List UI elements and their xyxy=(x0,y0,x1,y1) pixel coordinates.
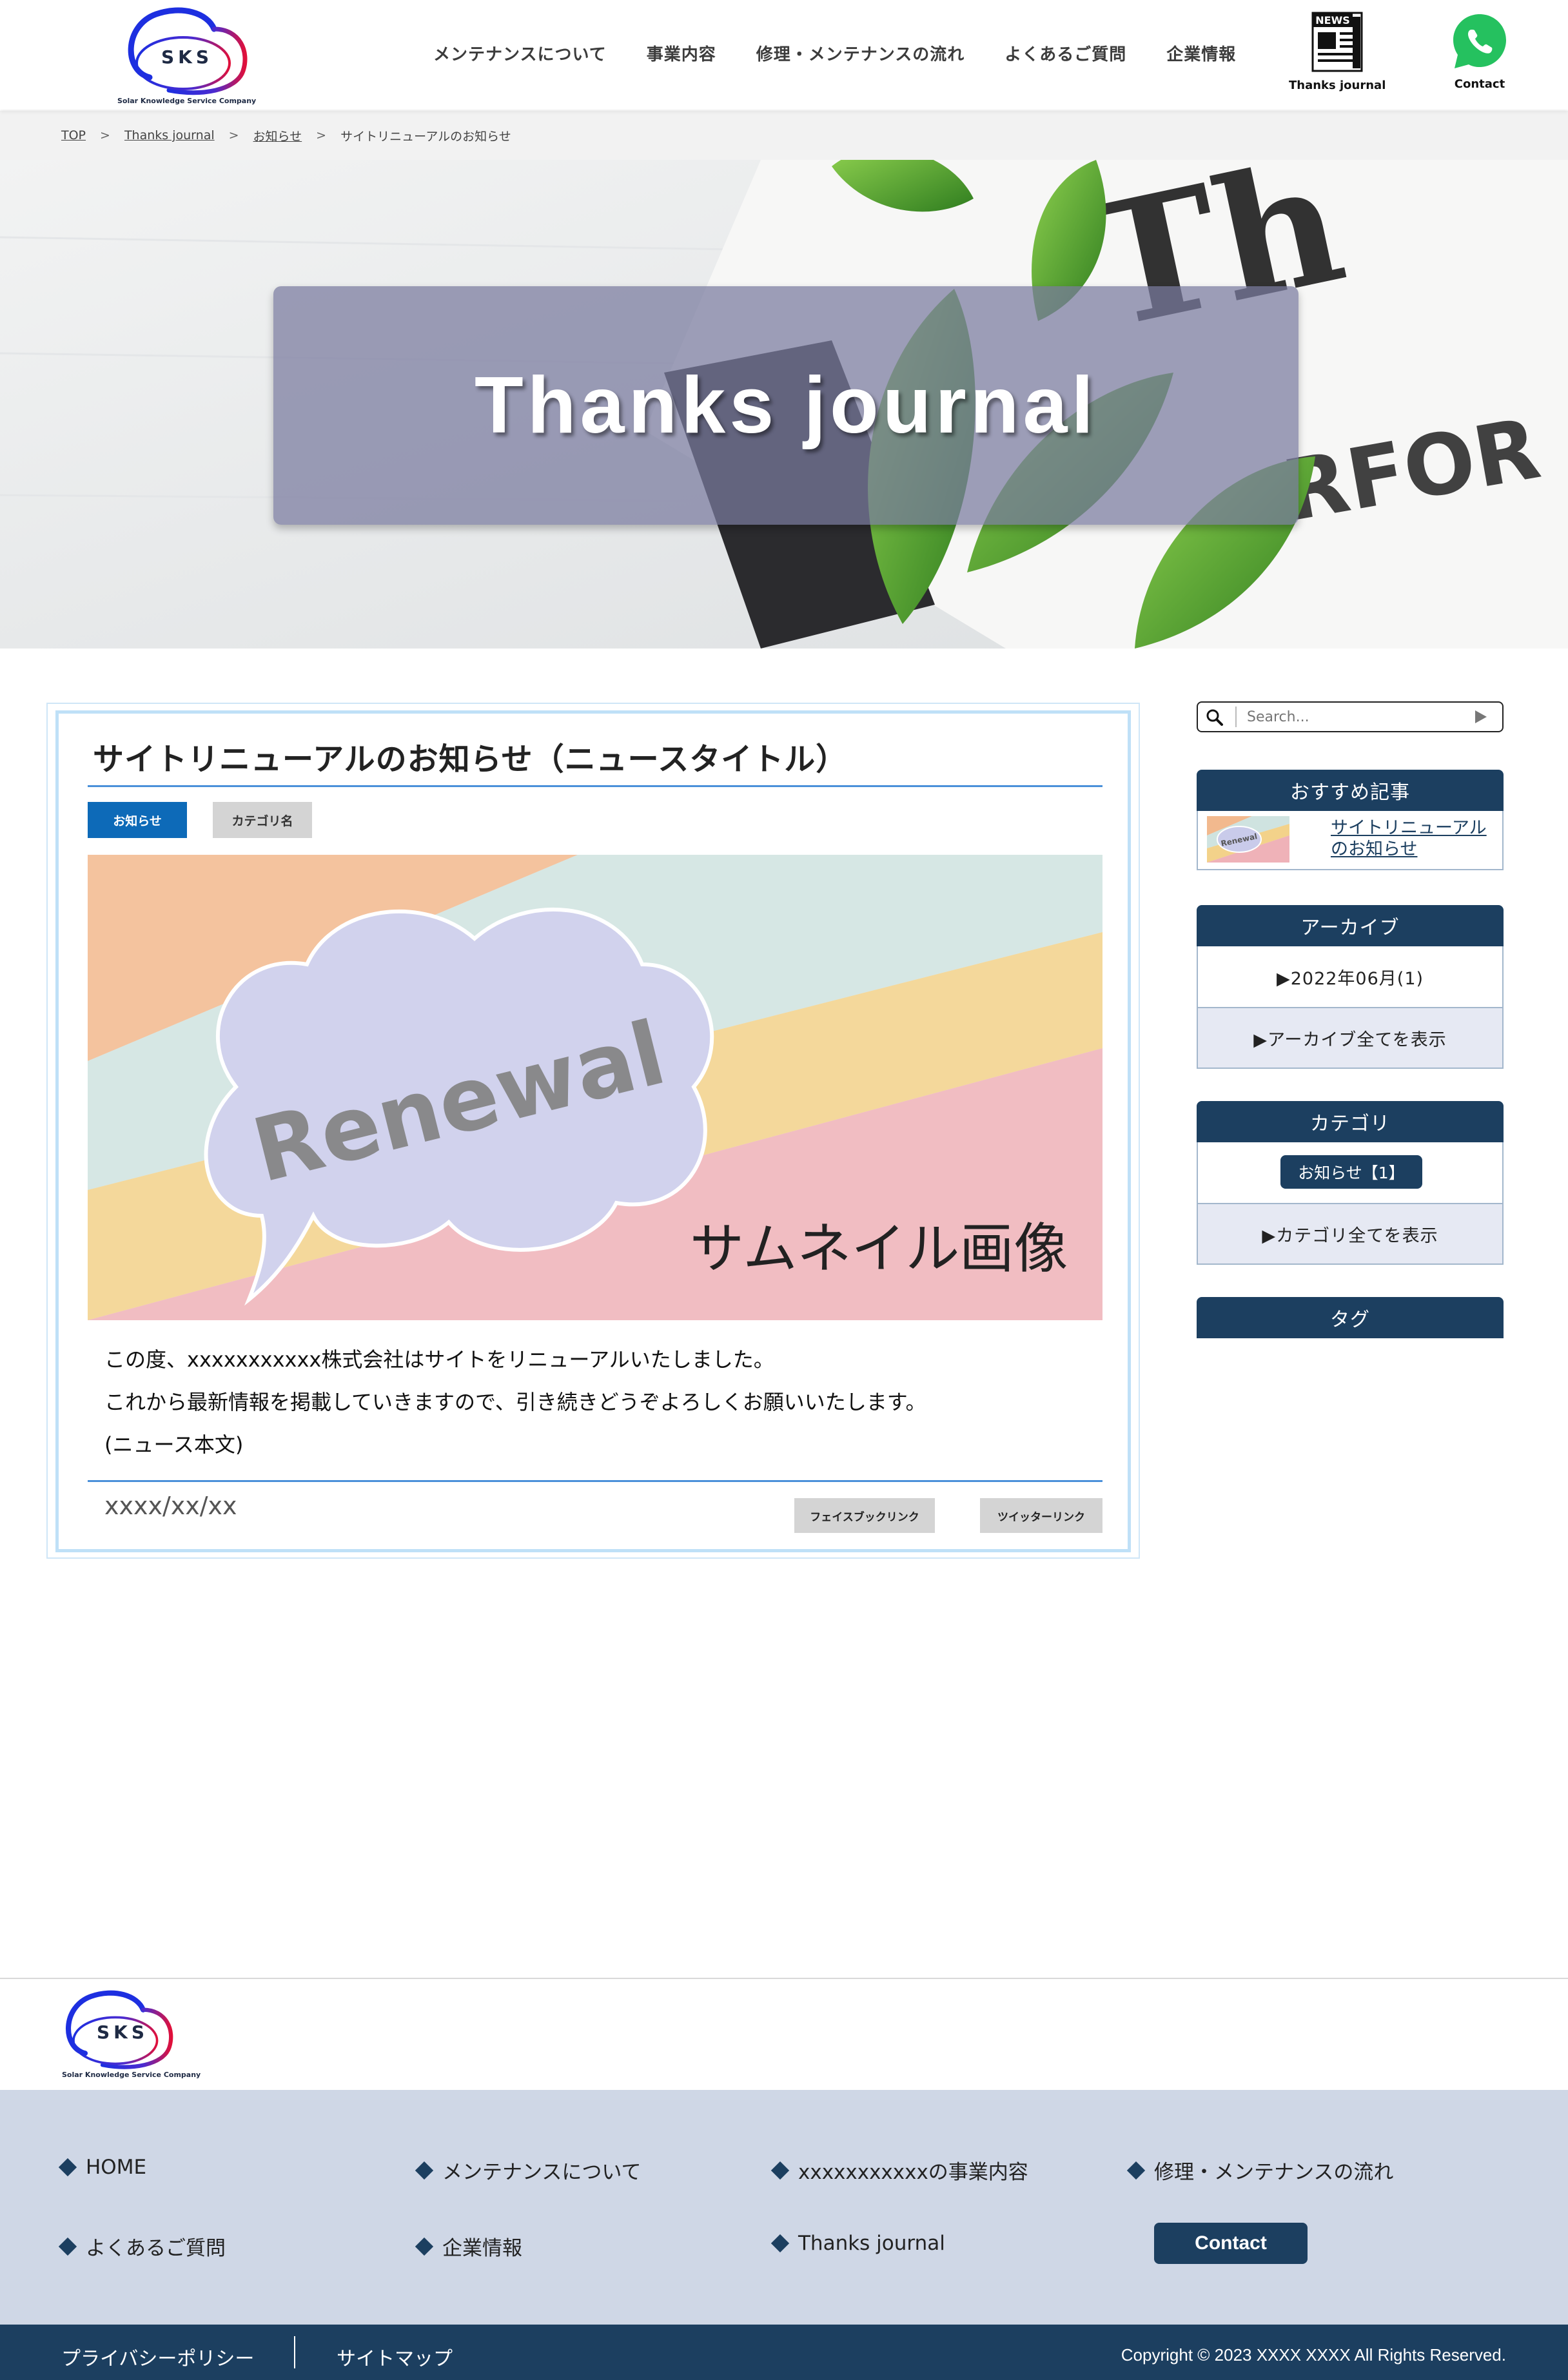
hero-banner: Th RFOR Thanks journal xyxy=(0,160,1568,649)
hero-title-box: Thanks journal xyxy=(273,286,1298,525)
footer-link-label: 企業情報 xyxy=(442,2237,522,2260)
logo-text: SKS xyxy=(161,46,213,68)
footer-logo-bar: SKS Solar Knowledge Service Company xyxy=(0,1978,1568,2090)
news-badge-text: NEWS xyxy=(1315,14,1350,26)
footer-bottom-bar: プライバシーポリシー サイトマップ Copyright © 2023 XXXX … xyxy=(0,2325,1568,2380)
article-title: サイトリニューアルのお知らせ（ニュースタイトル） xyxy=(93,741,848,777)
thanks-journal-link[interactable]: NEWS Thanks journal xyxy=(1289,12,1386,92)
thumbnail-caption: サムネイル画像 xyxy=(690,1217,1068,1280)
breadcrumb-separator: > xyxy=(100,128,110,142)
footer-logo-text: SKS xyxy=(97,2022,149,2043)
category-heading: カテゴリ xyxy=(1197,1101,1504,1142)
logo-subtitle: Solar Knowledge Service Company xyxy=(117,97,257,105)
diamond-bullet-icon xyxy=(58,2237,77,2256)
category-widget: お知らせ【1】 ▶カテゴリ全てを表示 xyxy=(1197,1142,1504,1265)
diamond-bullet-icon xyxy=(770,2161,790,2180)
diamond-bullet-icon xyxy=(1126,2161,1146,2180)
recommended-thumbnail[interactable]: Renewal xyxy=(1207,816,1289,863)
thanks-journal-label: Thanks journal xyxy=(1289,79,1386,92)
footer-contact-button[interactable]: Contact xyxy=(1154,2223,1308,2264)
footer-link-label: 修理・メンテナンスの流れ xyxy=(1154,2161,1394,2184)
site-header: SKS Solar Knowledge Service Company メンテナ… xyxy=(0,0,1568,110)
nav-repair-flow[interactable]: 修理・メンテナンスの流れ xyxy=(756,41,965,65)
newspaper-icon: NEWS xyxy=(1311,12,1363,72)
footer-link-label: Thanks journal xyxy=(798,2232,945,2255)
privacy-policy-link[interactable]: プライバシーポリシー xyxy=(61,2343,254,2371)
nav-maintenance[interactable]: メンテナンスについて xyxy=(433,41,607,65)
recommended-link-line2: のお知らせ xyxy=(1331,839,1418,859)
article-thumbnail: Renewal サムネイル画像 xyxy=(88,855,1102,1320)
recommended-article-link[interactable]: サイトリニューアル のお知らせ xyxy=(1331,817,1487,860)
breadcrumb-separator: > xyxy=(228,128,239,142)
footer-divider xyxy=(88,1480,1102,1482)
article-date: xxxx/xx/xx xyxy=(104,1492,237,1520)
footer-link-label: メンテナンスについて xyxy=(442,2161,642,2184)
whatsapp-icon xyxy=(1453,14,1506,68)
contact-link[interactable]: Contact xyxy=(1431,12,1528,91)
archive-heading: アーカイブ xyxy=(1197,905,1504,946)
footer-link-faq[interactable]: よくあるご質問 xyxy=(58,2232,226,2261)
category-news-pill[interactable]: お知らせ【1】 xyxy=(1280,1155,1422,1189)
archive-item[interactable]: ▶2022年06月(1) xyxy=(1198,946,1502,1007)
footer-link-label: HOME xyxy=(86,2156,147,2179)
recommended-thumbnail-image: Renewal xyxy=(1207,816,1289,863)
breadcrumb: TOP > Thanks journal > お知らせ > サイトリニューアルの… xyxy=(0,111,1568,160)
facebook-share-button[interactable]: フェイスブックリンク xyxy=(794,1498,935,1533)
title-divider xyxy=(88,785,1102,787)
recommended-heading: おすすめ記事 xyxy=(1197,770,1504,811)
nav-company[interactable]: 企業情報 xyxy=(1166,41,1236,65)
hero-title: Thanks journal xyxy=(475,361,1097,450)
article-paragraph: (ニュース本文) xyxy=(104,1432,244,1457)
breadcrumb-separator: > xyxy=(316,128,327,142)
diamond-bullet-icon xyxy=(415,2237,434,2256)
nav-faq[interactable]: よくあるご質問 xyxy=(1004,41,1126,65)
footer-logo[interactable]: SKS Solar Knowledge Service Company xyxy=(50,1979,201,2092)
footer-link-company[interactable]: 企業情報 xyxy=(415,2232,522,2261)
footer-separator xyxy=(294,2336,295,2368)
tag-category[interactable]: カテゴリ名 xyxy=(213,802,312,838)
article-paragraph: この度、xxxxxxxxxxx株式会社はサイトをリニューアルいたしました。 xyxy=(104,1347,774,1372)
category-view-all[interactable]: ▶カテゴリ全てを表示 xyxy=(1198,1203,1502,1263)
footer-nav xyxy=(0,2090,1568,2325)
contact-label: Contact xyxy=(1454,77,1505,91)
footer-link-business[interactable]: xxxxxxxxxxxの事業内容 xyxy=(770,2156,1028,2185)
article-paragraph: これから最新情報を掲載していきますので、引き続きどうぞよろしくお願いいたします。 xyxy=(104,1390,926,1414)
breadcrumb-news[interactable]: お知らせ xyxy=(253,127,302,144)
nav-business[interactable]: 事業内容 xyxy=(647,41,716,65)
footer-link-home[interactable]: HOME xyxy=(58,2156,147,2179)
breadcrumb-top[interactable]: TOP xyxy=(61,128,86,142)
site-logo[interactable]: SKS Solar Knowledge Service Company xyxy=(111,0,259,113)
recommended-link-line1: サイトリニューアル xyxy=(1331,818,1487,838)
footer-logo-subtitle: Solar Knowledge Service Company xyxy=(62,2071,201,2079)
archive-widget: ▶2022年06月(1) ▶アーカイブ全てを表示 xyxy=(1197,946,1504,1069)
main-nav: メンテナンスについて 事業内容 修理・メンテナンスの流れ よくあるご質問 企業情… xyxy=(433,41,1236,65)
page: SKS Solar Knowledge Service Company メンテナ… xyxy=(0,0,1568,2380)
sitemap-link[interactable]: サイトマップ xyxy=(337,2343,453,2371)
footer-link-maintenance[interactable]: メンテナンスについて xyxy=(415,2156,642,2185)
breadcrumb-current: サイトリニューアルのお知らせ xyxy=(340,129,511,144)
archive-view-all[interactable]: ▶アーカイブ全てを表示 xyxy=(1198,1007,1502,1068)
twitter-share-button[interactable]: ツイッターリンク xyxy=(980,1498,1102,1533)
breadcrumb-thanks-journal[interactable]: Thanks journal xyxy=(124,128,215,142)
recommended-widget: Renewal サイトリニューアル のお知らせ xyxy=(1197,811,1504,870)
diamond-bullet-icon xyxy=(415,2161,434,2180)
footer-link-thanks-journal[interactable]: Thanks journal xyxy=(770,2232,945,2255)
search-icon[interactable] xyxy=(1206,708,1224,727)
search-divider xyxy=(1235,707,1237,727)
search-submit-icon[interactable] xyxy=(1475,710,1487,723)
search-box xyxy=(1197,701,1504,732)
search-input[interactable] xyxy=(1247,707,1466,727)
diamond-bullet-icon xyxy=(770,2234,790,2253)
tag-news[interactable]: お知らせ xyxy=(88,802,187,838)
diamond-bullet-icon xyxy=(58,2158,77,2177)
footer-link-repair-flow[interactable]: 修理・メンテナンスの流れ xyxy=(1126,2156,1394,2185)
footer-link-label: よくあるご質問 xyxy=(86,2237,226,2260)
tags-heading: タグ xyxy=(1197,1297,1504,1338)
copyright-text: Copyright © 2023 XXXX XXXX All Rights Re… xyxy=(1121,2345,1506,2365)
footer-link-label: xxxxxxxxxxxの事業内容 xyxy=(798,2161,1028,2184)
